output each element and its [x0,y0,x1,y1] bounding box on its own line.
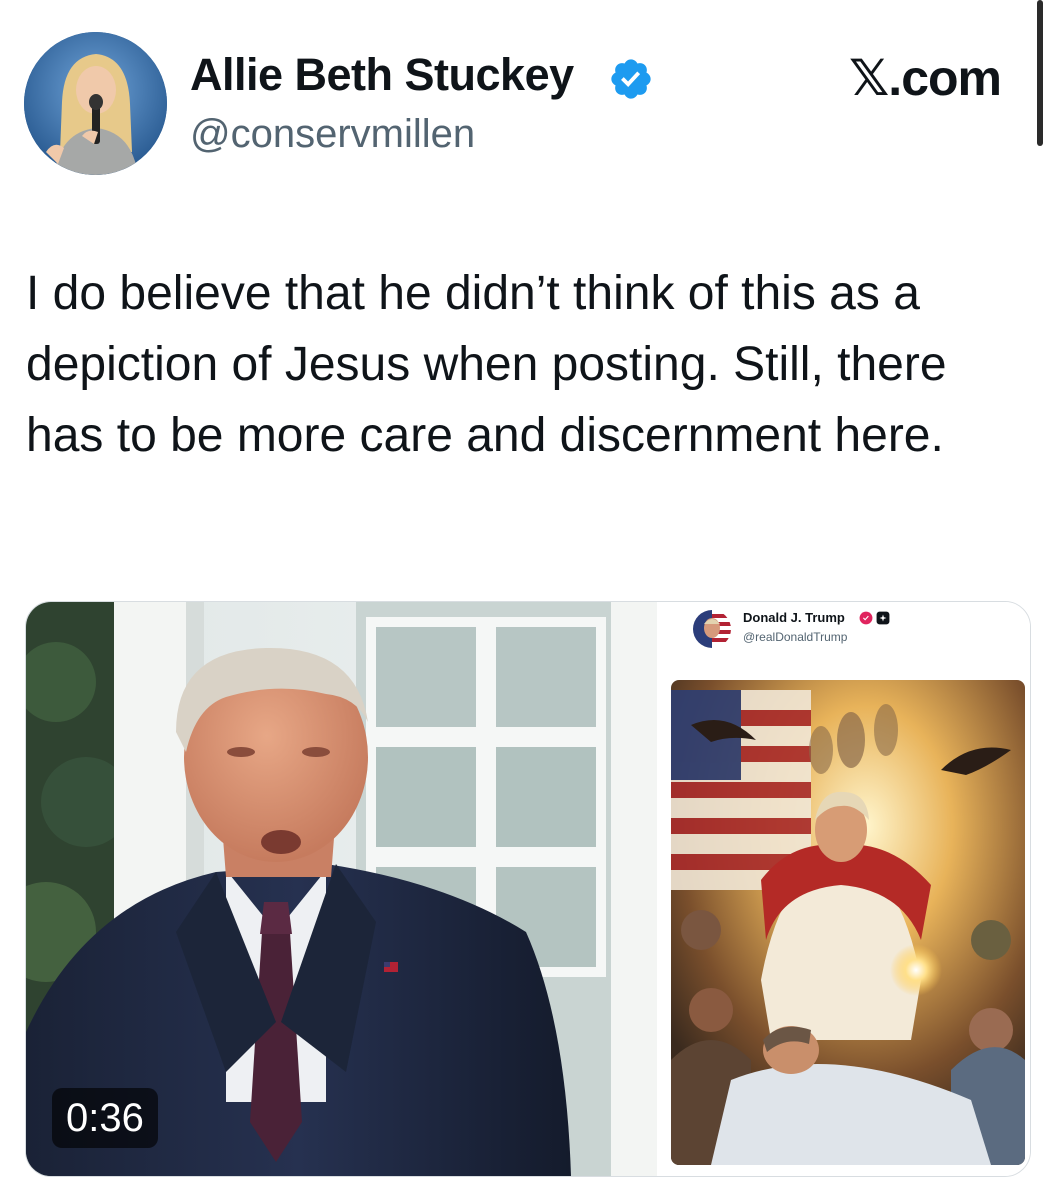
profile-handle[interactable]: @conservmillen [190,110,475,158]
scrollbar[interactable] [1037,0,1043,146]
embedded-post-handle[interactable]: @realDonaldTrump [743,630,847,645]
tweet-media[interactable]: 0:36 Donald J. Trump @realDonaldTrump [25,601,1031,1177]
verified-badge-icon [608,56,654,102]
profile-avatar[interactable] [24,32,167,175]
video-player[interactable]: 0:36 [26,602,657,1176]
video-duration: 0:36 [52,1088,158,1148]
embedded-post-card[interactable]: Donald J. Trump @realDonaldTrump [663,602,1030,1176]
embedded-post-display-name[interactable]: Donald J. Trump [743,610,845,626]
display-name[interactable]: Allie Beth Stuckey [190,48,574,102]
verified-badge-icon [859,611,873,625]
x-com-watermark: 𝕏.com [849,50,1002,106]
embedded-post-image[interactable] [671,680,1025,1165]
embedded-post-avatar[interactable] [693,610,731,648]
painting-artwork [671,680,1025,1165]
avatar-photo [24,32,167,175]
affiliate-badge-icon [876,611,890,625]
tweet-text: I do believe that he didn’t think of thi… [26,267,947,462]
